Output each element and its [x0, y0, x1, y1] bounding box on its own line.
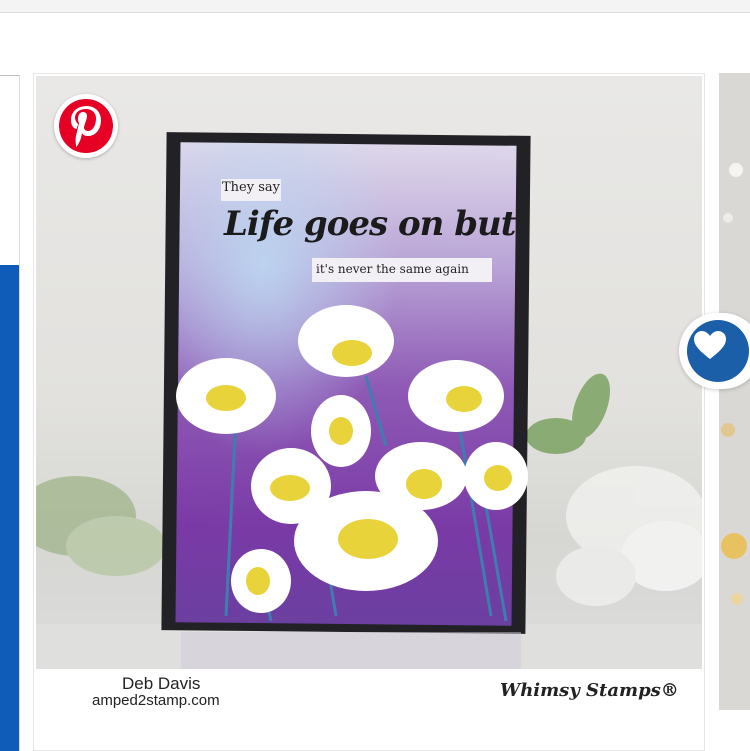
- card-text-line2: Life goes on but: [224, 204, 516, 244]
- pinterest-save-button[interactable]: [54, 94, 118, 158]
- heart-icon: [694, 331, 726, 359]
- photo-credit-name: Deb Davis: [122, 674, 201, 693]
- card-text-line3: it's never the same again: [316, 262, 469, 276]
- product-card[interactable]: They say Life goes on but it's never the…: [33, 73, 705, 751]
- photo-credit-site: amped2stamp.com: [92, 692, 220, 709]
- card-text-line1: They say: [222, 180, 280, 195]
- top-bar: [0, 0, 750, 13]
- pinterest-icon: [71, 106, 101, 147]
- previous-card[interactable]: [0, 75, 20, 751]
- next-card[interactable]: [719, 73, 750, 710]
- divider: [0, 75, 19, 76]
- brand-logo-text: Whimsy Stamps®: [500, 680, 679, 701]
- previous-card-image: [0, 265, 19, 751]
- product-photo: They say Life goes on but it's never the…: [36, 76, 702, 669]
- favorite-button[interactable]: [679, 313, 750, 389]
